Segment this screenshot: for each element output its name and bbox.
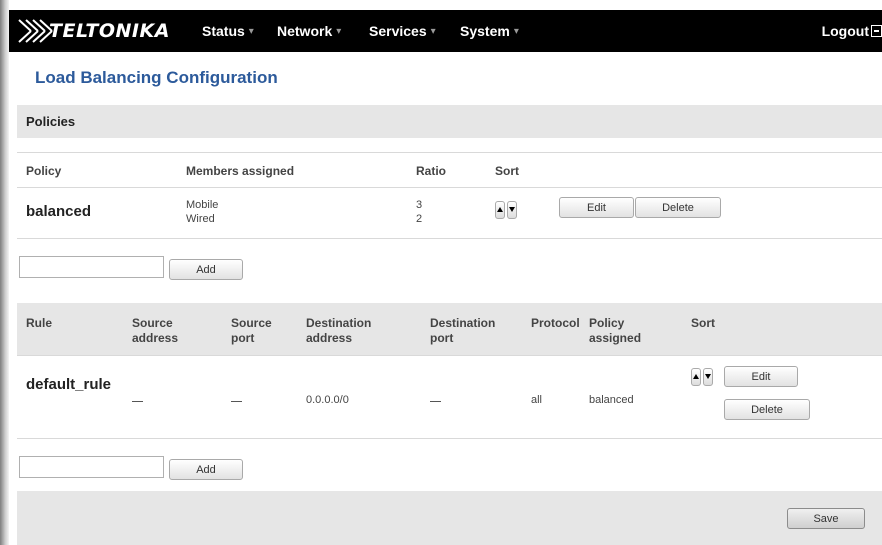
column-header-protocol: Protocol: [531, 316, 580, 330]
nav-status-label: Status: [202, 23, 245, 39]
nav-network-label: Network: [277, 23, 333, 39]
divider: [17, 438, 882, 439]
save-button[interactable]: Save: [787, 508, 865, 529]
add-policy-button[interactable]: Add: [169, 259, 243, 280]
new-policy-name-input[interactable]: [19, 256, 164, 278]
column-header-members: Members assigned: [186, 164, 295, 178]
chevron-down-icon: ▾: [513, 25, 519, 37]
page-title: Load Balancing Configuration: [35, 68, 278, 87]
move-up-icon[interactable]: [691, 368, 701, 386]
empty-value-dash: [132, 401, 143, 402]
nav-network[interactable]: Network ▾: [277, 10, 341, 52]
policies-section-title: Policies: [26, 114, 76, 129]
footer-bar: [17, 491, 882, 545]
edit-rule-button[interactable]: Edit: [724, 366, 798, 387]
column-header-rule: Rule: [26, 316, 53, 330]
move-up-icon[interactable]: [495, 201, 505, 219]
member-name: Wired: [186, 213, 215, 225]
move-down-icon[interactable]: [507, 201, 517, 219]
new-rule-name-input[interactable]: [19, 456, 164, 478]
logout-icon: [871, 25, 882, 37]
header-line: address: [132, 331, 179, 345]
delete-policy-button[interactable]: Delete: [635, 197, 721, 218]
add-rule-button[interactable]: Add: [169, 459, 243, 480]
column-header-source-address: Source address: [132, 316, 178, 346]
header-line: address: [306, 331, 353, 345]
empty-value-dash: [231, 401, 242, 402]
chevron-down-icon: ▾: [430, 25, 436, 37]
member-name: Mobile: [186, 199, 219, 211]
column-header-destination-address: Destination address: [306, 316, 371, 346]
divider: [17, 152, 882, 153]
chevron-down-icon: ▾: [336, 25, 342, 37]
delete-rule-button[interactable]: Delete: [724, 399, 810, 420]
window-shadow: [0, 0, 9, 545]
member-ratio: 3: [416, 199, 423, 211]
column-header-source-port: Source port: [231, 316, 272, 346]
policies-section-bar: [17, 105, 882, 138]
header-line: Destination: [430, 316, 496, 330]
column-header-ratio: Ratio: [416, 164, 446, 178]
nav-services[interactable]: Services ▾: [369, 10, 436, 52]
policy-assigned-value: balanced: [589, 394, 634, 406]
nav-system[interactable]: System ▾: [460, 10, 519, 52]
divider: [17, 187, 882, 188]
chevron-down-icon: ▾: [248, 25, 254, 37]
column-header-policy-assigned: Policy assigned: [589, 316, 641, 346]
column-header-policy: Policy: [26, 164, 62, 178]
column-header-destination-port: Destination port: [430, 316, 495, 346]
logout-link[interactable]: Logout: [822, 10, 882, 52]
edit-policy-button[interactable]: Edit: [559, 197, 634, 218]
header-line: assigned: [589, 331, 642, 345]
column-header-sort: Sort: [691, 316, 715, 330]
policy-name: balanced: [26, 203, 92, 220]
nav-system-label: System: [460, 23, 510, 39]
divider: [17, 355, 882, 356]
move-down-icon[interactable]: [703, 368, 713, 386]
nav-services-label: Services: [369, 23, 427, 39]
logout-label: Logout: [821, 23, 869, 39]
destination-address-value: 0.0.0.0/0: [306, 394, 349, 406]
header-line: Policy: [589, 316, 625, 330]
column-header-sort: Sort: [495, 164, 519, 178]
protocol-value: all: [531, 394, 543, 406]
header-line: Source: [231, 316, 272, 330]
top-navigation-bar: TELTONIKA Status ▾ Network ▾ Services ▾ …: [9, 10, 882, 52]
page-frame: TELTONIKA Status ▾ Network ▾ Services ▾ …: [9, 10, 882, 545]
empty-value-dash: [430, 401, 441, 402]
member-ratio: 2: [416, 213, 423, 225]
header-line: port: [430, 331, 454, 345]
brand-name: TELTONIKA: [49, 20, 170, 42]
header-line: Source: [132, 316, 173, 330]
header-line: Destination: [306, 316, 372, 330]
nav-status[interactable]: Status ▾: [202, 10, 254, 52]
teltonika-logo[interactable]: TELTONIKA: [17, 15, 170, 47]
divider: [17, 238, 882, 239]
rule-name: default_rule: [26, 376, 112, 393]
header-line: port: [231, 331, 255, 345]
